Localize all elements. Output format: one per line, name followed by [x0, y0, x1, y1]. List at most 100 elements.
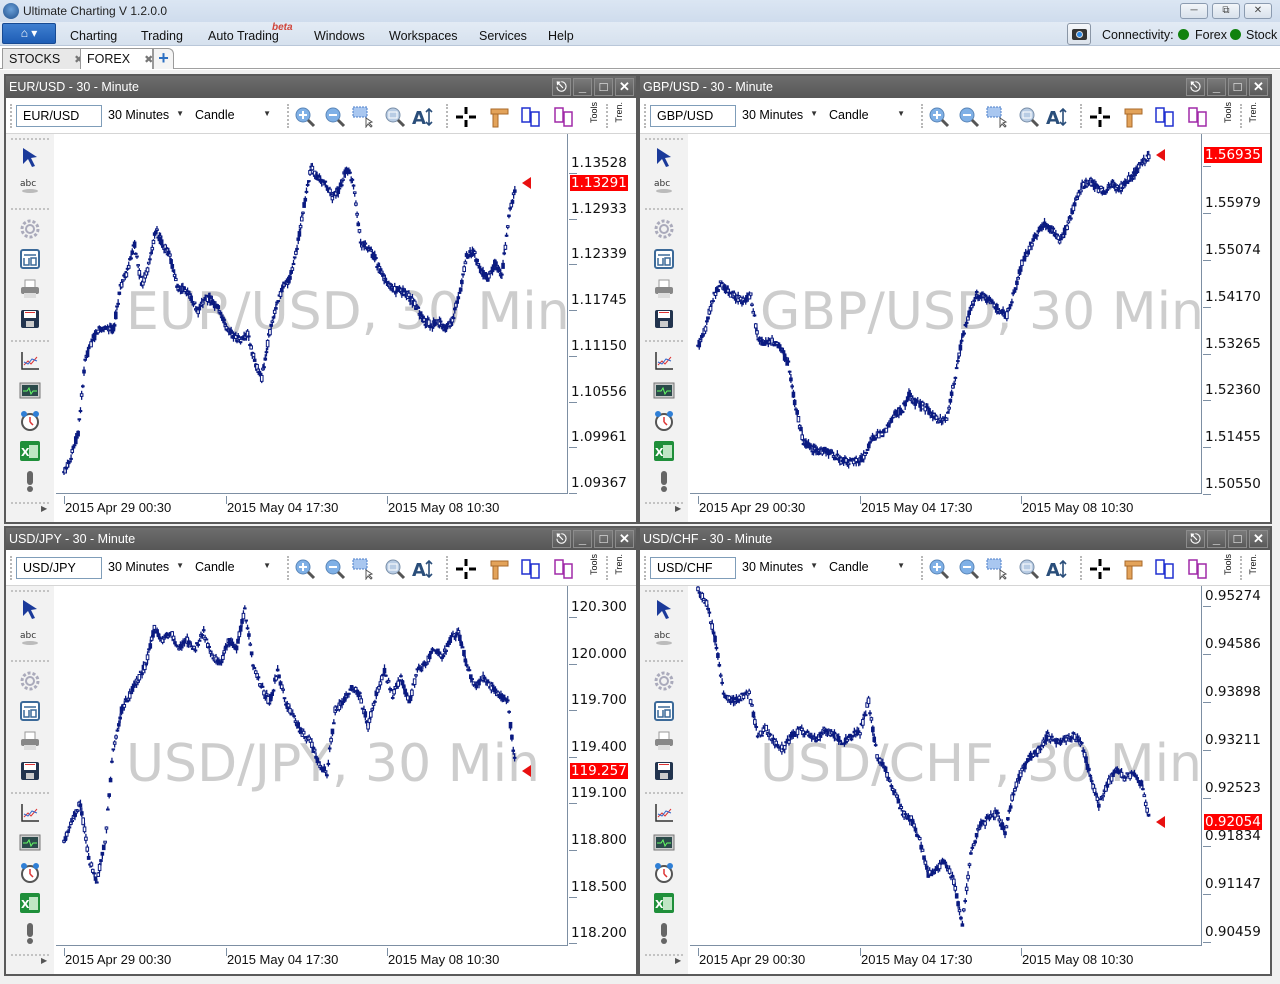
zoom-in-icon[interactable]: [294, 106, 316, 128]
panel-close-button[interactable]: ✕: [1249, 530, 1268, 548]
compare-blue-icon[interactable]: [1154, 106, 1176, 128]
interval-select[interactable]: 30 Minutes ▼: [738, 105, 822, 127]
save-icon[interactable]: [653, 308, 675, 330]
tab-forex[interactable]: FOREX ✖: [80, 48, 153, 69]
pointer-icon[interactable]: [19, 146, 41, 168]
trend-toolbar-toggle[interactable]: Tren.: [614, 102, 624, 123]
toolbar-grip[interactable]: [1240, 104, 1242, 128]
pin-button[interactable]: ⎋: [552, 530, 571, 548]
menu-help[interactable]: Help: [548, 29, 574, 43]
ruler-icon[interactable]: [488, 106, 510, 128]
settings-gear-icon[interactable]: [653, 670, 675, 692]
layout-icon[interactable]: [653, 700, 675, 722]
toolbar-grip[interactable]: [644, 556, 646, 580]
zoom-selection-icon[interactable]: [352, 106, 374, 128]
price-plot[interactable]: USD/CHF, 30 Min: [690, 586, 1202, 946]
zoom-in-icon[interactable]: [928, 558, 950, 580]
toolbar-grip[interactable]: [1240, 556, 1242, 580]
indicators-icon[interactable]: [653, 350, 675, 372]
excel-export-icon[interactable]: X: [19, 440, 41, 462]
price-axis[interactable]: 1.13528 1.12933 1.12339 1.11745 1.11150 1.105…: [569, 134, 636, 496]
menu-trading[interactable]: Trading: [141, 29, 183, 43]
tab-stocks[interactable]: STOCKS ✖: [2, 48, 83, 69]
panel-maximize-button[interactable]: □: [594, 78, 613, 96]
print-icon[interactable]: [653, 730, 675, 752]
toolbar-grip[interactable]: [1080, 556, 1082, 580]
toolbar-grip[interactable]: [287, 556, 289, 580]
menu-workspaces[interactable]: Workspaces: [389, 29, 458, 43]
text-tool-icon[interactable]: abc: [19, 626, 41, 648]
zoom-out-icon[interactable]: [324, 558, 346, 580]
alarm-clock-icon[interactable]: [653, 410, 675, 432]
ruler-icon[interactable]: [488, 558, 510, 580]
compare-purple-icon[interactable]: [553, 558, 575, 580]
text-tool-icon[interactable]: abc: [653, 626, 675, 648]
expand-sidebar-icon[interactable]: ▶: [675, 504, 681, 513]
pin-button[interactable]: ⎋: [1186, 78, 1205, 96]
excel-export-icon[interactable]: X: [653, 892, 675, 914]
zoom-in-icon[interactable]: [294, 558, 316, 580]
auto-scale-icon[interactable]: A: [412, 558, 434, 580]
monitor-icon[interactable]: [653, 380, 675, 402]
monitor-icon[interactable]: [19, 380, 41, 402]
panel-maximize-button[interactable]: □: [1228, 530, 1247, 548]
zoom-fit-icon[interactable]: [1018, 106, 1040, 128]
chart-type-select[interactable]: Candle ▼: [191, 105, 275, 127]
alert-icon[interactable]: [19, 922, 41, 944]
compare-blue-icon[interactable]: [520, 106, 542, 128]
price-axis[interactable]: 0.95274 0.94586 0.93898 0.93211 0.92523 0.918…: [1203, 586, 1270, 948]
compare-blue-icon[interactable]: [1154, 558, 1176, 580]
symbol-input[interactable]: USD/CHF: [650, 557, 736, 579]
auto-scale-icon[interactable]: A: [1046, 558, 1068, 580]
alert-icon[interactable]: [653, 470, 675, 492]
close-tab-icon[interactable]: ✖: [144, 54, 153, 66]
alert-icon[interactable]: [653, 922, 675, 944]
price-plot[interactable]: GBP/USD, 30 Min: [690, 134, 1202, 494]
alarm-clock-icon[interactable]: [653, 862, 675, 884]
zoom-out-icon[interactable]: [958, 106, 980, 128]
indicators-icon[interactable]: [19, 802, 41, 824]
toolbar-grip[interactable]: [446, 556, 448, 580]
symbol-input[interactable]: GBP/USD: [650, 105, 736, 127]
print-icon[interactable]: [653, 278, 675, 300]
menu-services[interactable]: Services: [479, 29, 527, 43]
pin-button[interactable]: ⎋: [552, 78, 571, 96]
toolbar-grip[interactable]: [1080, 104, 1082, 128]
panel-header[interactable]: EUR/USD - 30 - Minute ⎋ _ □ ✕: [6, 76, 636, 98]
zoom-selection-icon[interactable]: [352, 558, 374, 580]
chart-type-select[interactable]: Candle ▼: [191, 557, 275, 579]
interval-select[interactable]: 30 Minutes ▼: [104, 105, 188, 127]
tools-toolbar-toggle[interactable]: Tools: [589, 554, 599, 575]
interval-select[interactable]: 30 Minutes ▼: [104, 557, 188, 579]
excel-export-icon[interactable]: X: [19, 892, 41, 914]
text-tool-icon[interactable]: abc: [653, 174, 675, 196]
trend-toolbar-toggle[interactable]: Tren.: [1248, 102, 1258, 123]
pointer-icon[interactable]: [653, 598, 675, 620]
restore-button[interactable]: ⧉: [1212, 3, 1240, 19]
monitor-icon[interactable]: [653, 832, 675, 854]
layout-icon[interactable]: [19, 248, 41, 270]
toolbar-grip[interactable]: [921, 104, 923, 128]
menu-charting[interactable]: Charting: [70, 29, 117, 43]
panel-header[interactable]: USD/JPY - 30 - Minute ⎋ _ □ ✕: [6, 528, 636, 550]
zoom-in-icon[interactable]: [928, 106, 950, 128]
chart-type-select[interactable]: Candle ▼: [825, 105, 909, 127]
panel-minimize-button[interactable]: _: [1207, 530, 1226, 548]
time-axis[interactable]: 2015 Apr 29 00:30 2015 May 04 17:30 2015 M…: [56, 496, 568, 522]
zoom-fit-icon[interactable]: [384, 106, 406, 128]
time-axis[interactable]: 2015 Apr 29 00:30 2015 May 04 17:30 2015 M…: [690, 496, 1202, 522]
toolbar-grip[interactable]: [287, 104, 289, 128]
print-icon[interactable]: [19, 278, 41, 300]
panel-maximize-button[interactable]: □: [594, 530, 613, 548]
panel-maximize-button[interactable]: □: [1228, 78, 1247, 96]
screenshot-button[interactable]: [1067, 23, 1091, 45]
panel-minimize-button[interactable]: _: [1207, 78, 1226, 96]
toolbar-grip[interactable]: [446, 104, 448, 128]
price-axis[interactable]: 120.300 120.000 119.700 119.400 119.100 118.8…: [569, 586, 636, 948]
expand-sidebar-icon[interactable]: ▶: [41, 956, 47, 965]
alert-icon[interactable]: [19, 470, 41, 492]
monitor-icon[interactable]: [19, 832, 41, 854]
auto-scale-icon[interactable]: A: [1046, 106, 1068, 128]
auto-scale-icon[interactable]: A: [412, 106, 434, 128]
tools-toolbar-toggle[interactable]: Tools: [589, 102, 599, 123]
